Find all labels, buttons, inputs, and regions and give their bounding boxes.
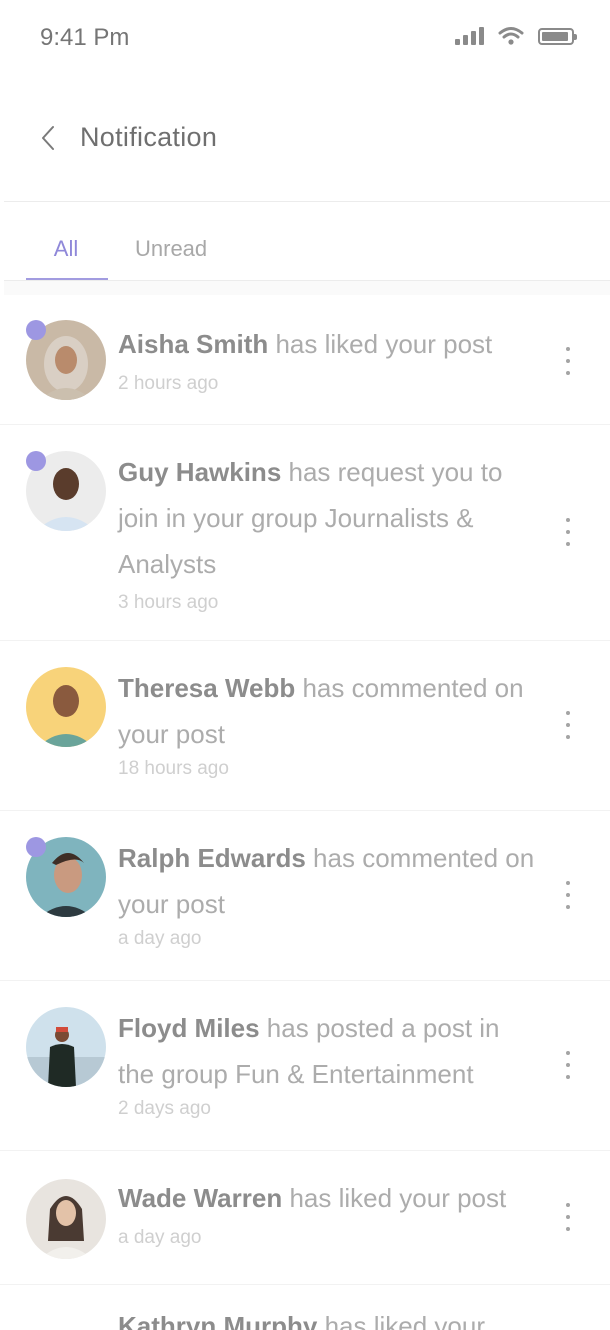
notification-item[interactable]: Theresa Webb has commented on your post … — [0, 641, 610, 811]
notification-message: has liked your post — [282, 1183, 507, 1213]
notification-time: 3 hours ago — [118, 592, 219, 613]
notification-name[interactable]: Guy Hawkins — [118, 457, 281, 487]
unread-dot — [26, 451, 46, 471]
more-options-icon[interactable] — [556, 1048, 580, 1082]
header-divider — [4, 201, 610, 202]
notification-text: Ralph Edwards has commented on your post — [118, 835, 538, 927]
notification-name[interactable]: Floyd Miles — [118, 1013, 260, 1043]
notification-text: Guy Hawkins has request you to join in y… — [118, 449, 538, 587]
notification-item[interactable]: Guy Hawkins has request you to join in y… — [0, 425, 610, 641]
unread-dot — [26, 837, 46, 857]
more-options-icon[interactable] — [556, 515, 580, 549]
more-options-icon[interactable] — [556, 1200, 580, 1234]
notification-name[interactable]: Ralph Edwards — [118, 843, 306, 873]
signal-icon — [455, 27, 484, 45]
notification-item[interactable]: Wade Warren has liked your post a day ag… — [0, 1151, 610, 1285]
notification-text: Floyd Miles has posted a post in the gro… — [118, 1005, 538, 1097]
notification-name[interactable]: Theresa Webb — [118, 673, 295, 703]
chevron-left-icon[interactable] — [34, 120, 62, 156]
tab-unread[interactable]: Unread — [135, 236, 207, 262]
more-options-icon[interactable] — [556, 878, 580, 912]
unread-dot — [26, 320, 46, 340]
tab-all[interactable]: All — [26, 236, 108, 280]
notification-time: 2 days ago — [118, 1098, 211, 1119]
more-options-icon[interactable] — [556, 344, 580, 378]
notification-item[interactable]: Ralph Edwards has commented on your post… — [0, 811, 610, 981]
more-options-icon[interactable] — [556, 708, 580, 742]
status-icons — [455, 26, 577, 46]
header: Notification — [0, 100, 610, 176]
notification-message: has liked your — [317, 1311, 485, 1330]
notification-message: has liked your post — [268, 329, 493, 359]
notification-text: Wade Warren has liked your post — [118, 1175, 538, 1221]
notification-text: Aisha Smith has liked your post — [118, 321, 538, 367]
page-title: Notification — [80, 122, 218, 152]
notification-item[interactable]: Kathryn Murphy has liked your — [0, 1285, 610, 1330]
notification-time: 2 hours ago — [118, 373, 219, 394]
status-bar: 9:41 Pm — [0, 0, 610, 74]
battery-icon — [538, 27, 577, 45]
notification-name[interactable]: Aisha Smith — [118, 329, 268, 359]
status-time: 9:41 Pm — [40, 24, 130, 51]
notification-item[interactable]: Floyd Miles has posted a post in the gro… — [0, 981, 610, 1151]
wifi-icon — [498, 27, 524, 45]
notification-time: a day ago — [118, 928, 202, 949]
notification-name[interactable]: Kathryn Murphy — [118, 1311, 317, 1330]
notification-text: Kathryn Murphy has liked your — [118, 1303, 538, 1330]
notification-time: a day ago — [118, 1227, 202, 1248]
avatar — [26, 667, 106, 747]
notification-name[interactable]: Wade Warren — [118, 1183, 282, 1213]
notification-text: Theresa Webb has commented on your post — [118, 665, 538, 757]
avatar — [26, 1179, 106, 1259]
avatar — [26, 1007, 106, 1087]
notification-time: 18 hours ago — [118, 758, 229, 779]
tabs-gap — [4, 281, 610, 295]
notification-item[interactable]: Aisha Smith has liked your post 2 hours … — [0, 295, 610, 425]
tab-bar: All Unread — [0, 222, 610, 280]
